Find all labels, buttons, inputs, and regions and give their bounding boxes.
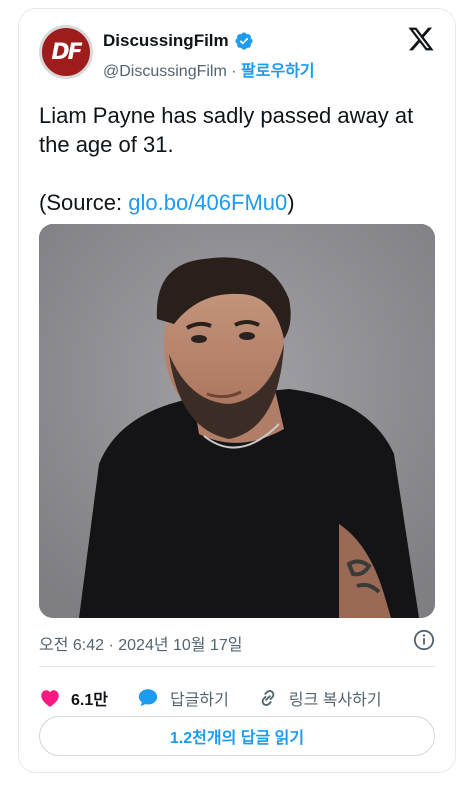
copy-link-button[interactable]: 링크 복사하기	[257, 686, 382, 710]
tweet-text: Liam Payne has sadly passed away at the …	[39, 101, 439, 217]
follow-button[interactable]: 팔로우하기	[241, 63, 315, 80]
tweet-body: Liam Payne has sadly passed away at the …	[39, 103, 414, 157]
avatar-logo: DF	[51, 39, 82, 65]
reply-label: 답글하기	[169, 692, 229, 709]
avatar[interactable]: DF	[39, 25, 93, 79]
reply-bubble-icon	[138, 689, 158, 707]
handle-row: @DiscussingFilm · 팔로우하기	[103, 57, 315, 81]
action-bar: 6.1만 답글하기 링크 복사하기	[39, 680, 435, 716]
heart-icon	[41, 690, 59, 707]
reply-button[interactable]: 답글하기	[136, 686, 229, 710]
like-count: 6.1만	[71, 692, 108, 709]
divider	[39, 666, 435, 667]
like-button[interactable]: 6.1만	[39, 686, 108, 710]
tweet-photo[interactable]	[39, 224, 435, 618]
x-logo-icon[interactable]	[407, 25, 435, 53]
read-replies-button[interactable]: 1.2천개의 답글 읽기	[39, 716, 435, 756]
separator: ·	[226, 63, 242, 80]
tweet-timestamp[interactable]: 오전 6:42 · 2024년 10월 17일	[39, 631, 242, 655]
copy-link-label: 링크 복사하기	[288, 692, 382, 709]
source-suffix: )	[287, 190, 295, 215]
source-prefix: (Source:	[39, 190, 129, 215]
display-name[interactable]: DiscussingFilm	[103, 31, 229, 51]
author-name-row: DiscussingFilm	[103, 31, 254, 51]
verified-badge-icon	[235, 32, 253, 50]
tweet-source: (Source: glo.bo/406FMu0)	[39, 188, 439, 217]
handle[interactable]: @DiscussingFilm	[103, 63, 227, 80]
link-icon	[261, 690, 275, 706]
info-icon[interactable]	[413, 629, 435, 651]
portrait-image	[39, 224, 435, 618]
tweet-card: DF DiscussingFilm @DiscussingFilm · 팔로우하…	[18, 8, 456, 773]
source-link[interactable]: glo.bo/406FMu0	[128, 190, 287, 215]
